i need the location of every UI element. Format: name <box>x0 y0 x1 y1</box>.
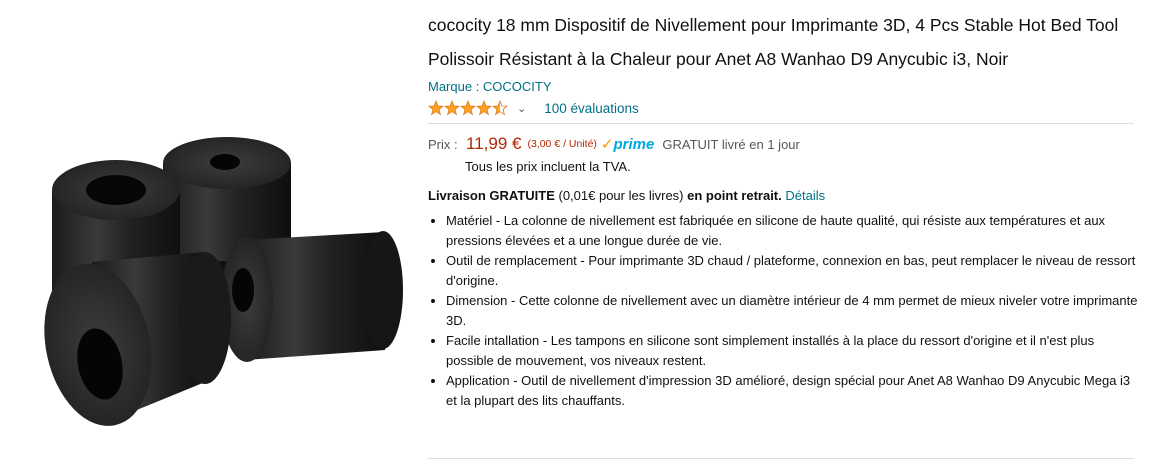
prime-check-icon: ✓ <box>600 135 614 153</box>
shipping-text: GRATUIT livré en 1 jour <box>662 136 800 152</box>
chevron-down-icon[interactable]: ⌄ <box>517 102 526 115</box>
delivery-free: Livraison GRATUITE <box>428 188 555 203</box>
delivery-books: (0,01€ pour les livres) <box>554 188 688 203</box>
bullet-item: Outil de remplacement - Pour imprimante … <box>446 251 1138 291</box>
price-row: Prix : 11,99 € (3,00 € / Unité) ✓ prime … <box>428 130 1138 158</box>
silicone-columns-image <box>44 137 403 426</box>
reviews-link[interactable]: 100 évaluations <box>544 101 639 116</box>
star-rating[interactable] <box>428 100 508 116</box>
delivery-pickup: en point retrait. <box>687 188 782 203</box>
product-info: cococity 18 mm Dispositif de Nivellement… <box>428 8 1138 411</box>
price-label: Prix : <box>428 136 458 152</box>
rating-row: ⌄ 100 évaluations <box>428 97 1138 119</box>
prime-label: prime <box>613 135 655 153</box>
feature-bullets: Matériel - La colonne de nivellement est… <box>428 211 1138 411</box>
delivery-info: Livraison GRATUITE (0,01€ pour les livre… <box>428 188 1138 203</box>
star-icon <box>492 100 508 116</box>
brand-link[interactable]: Marque : COCOCITY <box>428 79 552 95</box>
divider <box>428 123 1134 124</box>
bottom-divider <box>428 458 1134 459</box>
product-title: cococity 18 mm Dispositif de Nivellement… <box>428 15 1119 69</box>
unit-price: (3,00 € / Unité) <box>527 138 597 150</box>
vat-note: Tous les prix incluent la TVA. <box>465 159 631 174</box>
price-value: 11,99 € <box>466 134 522 153</box>
prime-icon[interactable]: ✓ prime <box>601 137 654 152</box>
details-link[interactable]: Détails <box>785 188 825 203</box>
star-icon <box>460 100 476 116</box>
star-icon <box>476 100 492 116</box>
product-image[interactable] <box>0 0 415 463</box>
star-icon <box>444 100 460 116</box>
bullet-item: Facile intallation - Les tampons en sili… <box>446 331 1138 371</box>
bullet-item: Matériel - La colonne de nivellement est… <box>446 211 1138 251</box>
star-icon <box>428 100 444 116</box>
bullet-item: Dimension - Cette colonne de nivellement… <box>446 291 1138 331</box>
bullet-item: Application - Outil de nivellement d'imp… <box>446 371 1138 411</box>
